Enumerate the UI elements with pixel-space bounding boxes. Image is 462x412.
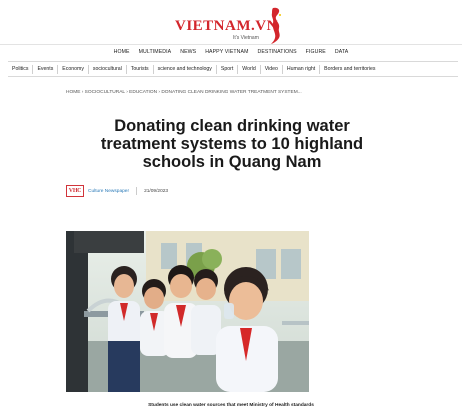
nav-borders-territories[interactable]: Borders and territories — [320, 66, 379, 72]
publish-date: 21/09/2023 — [144, 188, 169, 194]
nav-figure[interactable]: FIGURE — [306, 49, 326, 55]
article-meta: VHC Culture Newspaper 21/09/2023 — [66, 184, 168, 198]
breadcrumb[interactable]: HOME › SOCIOCULTURAL › EDUCATION › DONAT… — [66, 90, 302, 95]
photo-caption: Students use clean water sources that me… — [148, 403, 314, 408]
nav-tourists[interactable]: Tourists — [127, 66, 153, 72]
primary-nav: HOME MULTIMEDIA NEWS HAPPY VIETNAM DESTI… — [0, 44, 462, 59]
nav-happy-vietnam[interactable]: HAPPY VIETNAM — [205, 49, 248, 55]
nav-news[interactable]: NEWS — [180, 49, 196, 55]
article-title-line: treatment systems to 10 highland — [100, 135, 364, 153]
author-logo[interactable]: VHC — [66, 185, 84, 197]
nav-home[interactable]: HOME — [114, 49, 130, 55]
article-title-line: Donating clean drinking water — [114, 117, 350, 135]
nav-sport[interactable]: Sport — [217, 66, 237, 72]
logo-tagline: It's Vietnam — [233, 35, 259, 41]
nav-events[interactable]: Events — [33, 66, 57, 72]
article-title: Donating clean drinking water treatment … — [90, 117, 374, 171]
nav-world[interactable]: World — [238, 66, 259, 72]
meta-divider — [136, 187, 138, 195]
students-drinking-water-image — [66, 231, 309, 392]
vietnam-map-icon — [271, 7, 281, 44]
nav-human-right[interactable]: Human right — [283, 66, 319, 72]
site-header: VIETNAM.VN It's Vietnam — [0, 6, 462, 46]
nav-video[interactable]: Video — [261, 66, 282, 72]
nav-data[interactable]: DATA — [335, 49, 348, 55]
nav-economy[interactable]: Economy — [58, 66, 88, 72]
author-link[interactable]: Culture Newspaper — [88, 189, 129, 194]
article-photo — [66, 231, 309, 392]
site-logo[interactable]: VIETNAM.VN It's Vietnam — [175, 6, 287, 46]
nav-multimedia[interactable]: MULTIMEDIA — [139, 49, 172, 55]
logo-text: VIETNAM.VN — [175, 18, 278, 34]
nav-science-technology[interactable]: science and technology — [154, 66, 216, 72]
nav-sociocultural[interactable]: sociocultural — [89, 66, 126, 72]
author-logo-text: VHC — [68, 188, 82, 194]
secondary-nav: Politics Events Economy sociocultural To… — [8, 61, 458, 77]
nav-politics[interactable]: Politics — [8, 66, 32, 72]
article-title-line: schools in Quang Nam — [142, 153, 322, 171]
nav-destinations[interactable]: DESTINATIONS — [258, 49, 297, 55]
